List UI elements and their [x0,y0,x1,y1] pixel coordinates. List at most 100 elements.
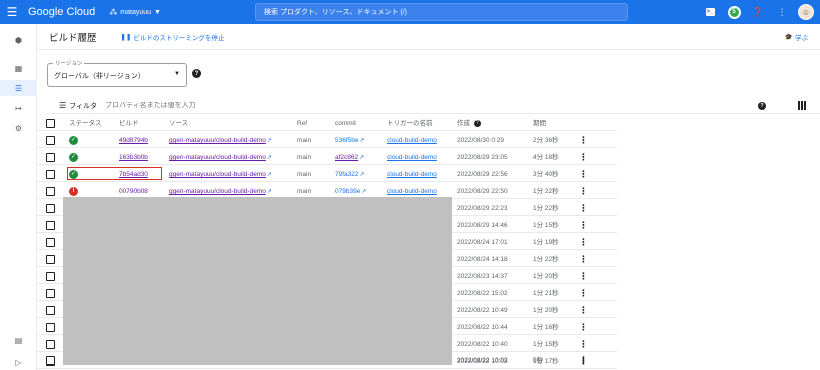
triggers-icon[interactable]: ↦ [0,100,37,116]
trigger-link[interactable]: cloud-build-demo [387,137,437,144]
redacted-area [63,197,452,365]
project-selector[interactable]: ⁂ matayuuu ▼ [109,8,161,17]
external-link-icon[interactable]: ↗ [267,138,272,144]
dashboard-icon[interactable]: ▦ [0,60,37,76]
stop-streaming-button[interactable]: ❚❚ ビルドのストリーミングを停止 [121,32,225,42]
col-status[interactable]: ステータス [69,116,102,131]
project-icon: ⁂ [109,7,118,17]
trigger-link[interactable]: cloud-build-demo [387,154,437,161]
region-select[interactable]: リージョン グローバル（非リージョン） ▼ [47,59,187,87]
row-checkbox[interactable] [46,272,55,281]
duration-value: 1分 20秒 [533,273,559,280]
filter-icon: ☰ [59,101,67,110]
more-vert-icon[interactable]: ⋮ [579,133,588,148]
history-icon[interactable]: ☰ [0,80,37,96]
help-icon[interactable]: ❓ [750,4,766,20]
external-link-icon[interactable]: ↗ [360,172,365,178]
top-app-bar: ☰ Google Cloud ⁂ matayuuu ▼ 検索 プロダクト、リソー… [0,0,820,24]
filter-input[interactable] [105,102,306,109]
table-row[interactable]: ✓ 163b3b0b ggen-matayuuu/cloud-build-dem… [37,150,617,165]
col-source[interactable]: ソース [169,116,188,131]
avatar[interactable]: ☺ [798,4,814,20]
commit-link[interactable]: 079b39e [335,188,360,195]
duration-value: 4分 18秒 [533,154,559,161]
more-vert-icon[interactable]: ⋮ [579,353,588,368]
created-value: 2022/08/24 17:01 [457,239,508,246]
more-vert-icon[interactable]: ⋮ [579,201,588,216]
settings-icon[interactable]: ⚙ [0,120,37,136]
release-notes-icon[interactable]: ▤ [0,332,37,348]
row-checkbox[interactable] [46,153,55,162]
row-checkbox[interactable] [46,289,55,298]
row-checkbox[interactable] [46,255,55,264]
more-vert-icon[interactable]: ⋮ [579,235,588,250]
external-link-icon[interactable]: ↗ [267,155,272,161]
duration-value: 1分 19秒 [533,239,559,246]
external-link-icon[interactable]: ↗ [267,189,272,195]
build-id-link[interactable]: 163b3b0b [119,154,148,161]
row-checkbox[interactable] [46,356,55,365]
more-vert-icon[interactable]: ⋮ [579,320,588,335]
more-vert-icon[interactable]: ⋮ [579,286,588,301]
row-checkbox[interactable] [46,323,55,332]
filter-help-icon[interactable]: ? [758,102,766,110]
collapse-nav-icon[interactable]: ▷ [0,354,37,370]
commit-link[interactable]: 79fa322 [335,171,359,178]
row-checkbox[interactable] [46,306,55,315]
col-created[interactable]: 作成 ? [457,116,481,131]
source-link[interactable]: ggen-matayuuu/cloud-build-demo [169,188,266,195]
more-vert-icon[interactable]: ⋮ [579,150,588,165]
external-link-icon[interactable]: ↗ [359,155,364,161]
hamburger-icon[interactable]: ☰ [0,0,24,24]
more-vert-icon[interactable]: ⋮ [774,4,790,20]
table-row[interactable]: ✓ 49d8794b ggen-matayuuu/cloud-build-dem… [37,133,617,148]
commit-link[interactable]: af2c862 [335,154,358,161]
col-ref[interactable]: Ref [297,116,307,131]
filter-label: フィルタ [69,102,98,110]
col-build[interactable]: ビルド [119,116,139,131]
trigger-link[interactable]: cloud-build-demo [387,188,437,195]
select-all-checkbox[interactable] [46,119,55,128]
more-vert-icon[interactable]: ⋮ [579,252,588,267]
col-trigger[interactable]: トリガーの名前 [387,116,433,131]
created-help-icon[interactable]: ? [473,119,481,127]
duration-value: 1分 15秒 [533,341,559,348]
row-checkbox[interactable] [46,204,55,213]
duration-value: 1分 22秒 [533,188,559,195]
commit-link[interactable]: 536f5be [335,137,359,144]
more-vert-icon[interactable]: ⋮ [579,303,588,318]
column-display-options-icon[interactable] [798,101,806,110]
row-checkbox[interactable] [46,221,55,230]
search-placeholder: 検索 プロダクト、リソース、ドキュメント (/) [264,9,408,16]
external-link-icon[interactable]: ↗ [360,138,365,144]
more-vert-icon[interactable]: ⋮ [579,269,588,284]
col-duration[interactable]: 期間 [533,116,546,131]
more-vert-icon[interactable]: ⋮ [579,337,588,352]
trigger-link[interactable]: cloud-build-demo [387,171,437,178]
external-link-icon[interactable]: ↗ [267,172,272,178]
row-checkbox[interactable] [46,170,55,179]
learn-button[interactable]: 🎓 学ぶ [785,32,808,42]
col-commit[interactable]: commit [335,116,356,131]
build-id-link[interactable]: 49d8794b [119,137,148,144]
cloud-shell-icon[interactable]: >_ [702,4,718,20]
duration-value: 1分 21秒 [533,290,559,297]
region-help-icon[interactable]: ? [192,69,201,78]
source-link[interactable]: ggen-matayuuu/cloud-build-demo [169,171,266,178]
row-checkbox[interactable] [46,136,55,145]
more-vert-icon[interactable]: ⋮ [579,167,588,182]
external-link-icon[interactable]: ↗ [361,189,366,195]
notifications-icon[interactable]: 5 [726,4,742,20]
search-bar[interactable]: 検索 プロダクト、リソース、ドキュメント (/) [255,3,628,21]
cloud-build-product-icon[interactable]: ⬢ [0,32,37,48]
row-checkbox[interactable] [46,340,55,349]
more-vert-icon[interactable]: ⋮ [579,184,588,199]
more-vert-icon[interactable]: ⋮ [579,218,588,233]
google-cloud-logo[interactable]: Google Cloud [28,6,95,18]
row-checkbox[interactable] [46,187,55,196]
build-id-link[interactable]: 00790b08 [119,188,148,195]
duration-value: 1分 15秒 [533,222,559,229]
row-checkbox[interactable] [46,238,55,247]
source-link[interactable]: ggen-matayuuu/cloud-build-demo [169,154,266,161]
source-link[interactable]: ggen-matayuuu/cloud-build-demo [169,137,266,144]
